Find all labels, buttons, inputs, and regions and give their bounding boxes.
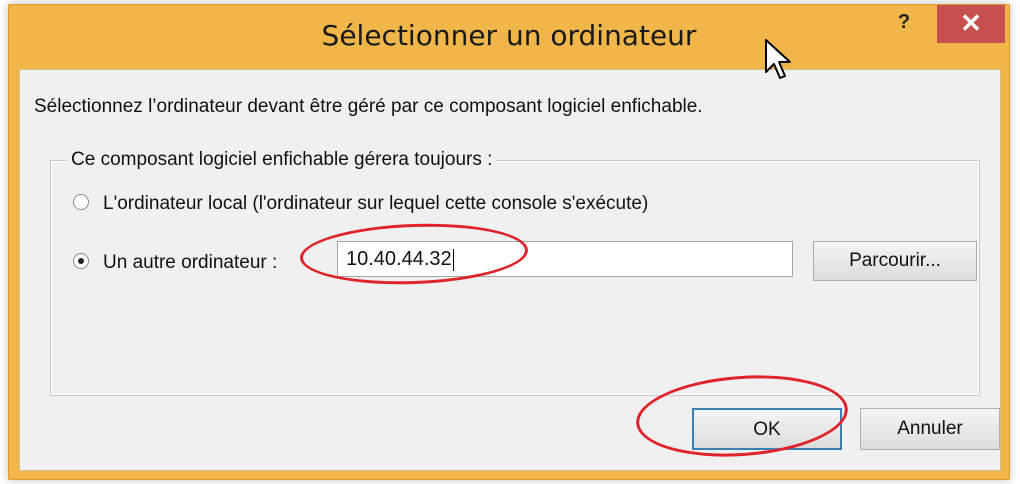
dialog-content: Sélectionnez l’ordinateur devant être gé… bbox=[19, 69, 1001, 471]
text-caret bbox=[452, 248, 454, 271]
local-computer-option[interactable]: L'ordinateur local (l'ordinateur sur leq… bbox=[73, 193, 648, 215]
title-bar[interactable]: Sélectionner un ordinateur ? ✕ bbox=[9, 5, 1009, 67]
dialog-window: Sélectionner un ordinateur ? ✕ Sélection… bbox=[8, 4, 1010, 480]
ok-button[interactable]: OK bbox=[692, 408, 842, 450]
mouse-cursor-icon bbox=[765, 39, 791, 79]
other-computer-option[interactable]: Un autre ordinateur : bbox=[73, 252, 277, 274]
computer-name-value: 10.40.44.32 bbox=[346, 248, 452, 270]
local-computer-label: L'ordinateur local (l'ordinateur sur leq… bbox=[103, 193, 649, 214]
dialog-title: Sélectionner un ordinateur bbox=[321, 19, 697, 52]
computer-name-input[interactable]: 10.40.44.32 bbox=[337, 241, 793, 277]
help-button[interactable]: ? bbox=[891, 9, 917, 35]
dialog-description: Sélectionnez l’ordinateur devant être gé… bbox=[34, 96, 703, 117]
browse-button[interactable]: Parcourir... bbox=[813, 241, 977, 281]
close-button[interactable]: ✕ bbox=[937, 5, 1005, 43]
other-computer-radio[interactable] bbox=[73, 252, 89, 269]
target-groupbox: Ce composant logiciel enfichable gérera … bbox=[50, 149, 980, 396]
local-computer-radio[interactable] bbox=[73, 193, 89, 210]
cancel-button[interactable]: Annuler bbox=[860, 408, 1000, 450]
other-computer-label: Un autre ordinateur : bbox=[103, 252, 278, 273]
groupbox-label: Ce composant logiciel enfichable gérera … bbox=[67, 149, 497, 171]
